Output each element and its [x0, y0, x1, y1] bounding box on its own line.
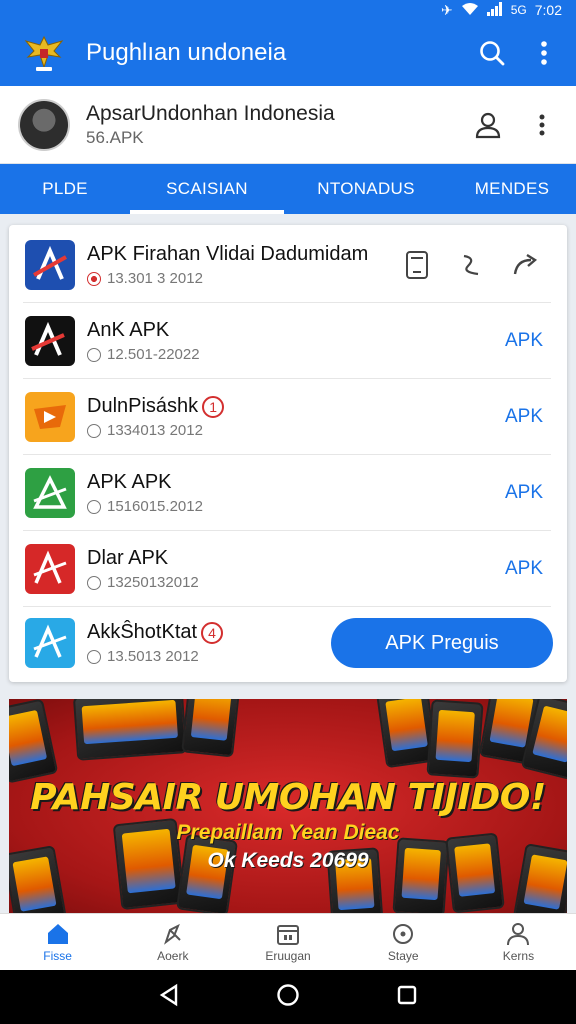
status-icon: [87, 271, 101, 286]
apk-link[interactable]: APK: [505, 482, 543, 504]
nav-aoerk[interactable]: Aoerk: [115, 914, 230, 970]
network-type: 5G: [510, 3, 527, 17]
app-meta: 13.5013 2012: [107, 648, 199, 665]
avatar[interactable]: [18, 98, 70, 151]
promo-banner[interactable]: PAHSAIR UMOHAN TIJIDO! Prepaillam Yean D…: [9, 699, 567, 913]
app-name: APK APK: [87, 471, 172, 493]
phone-icon[interactable]: [401, 249, 433, 281]
clock-icon: [87, 423, 101, 438]
app-name: APK Firahan Vlidai Dadumidam: [87, 243, 369, 265]
app-icon: [25, 240, 75, 290]
nav-eruugan[interactable]: Eruugan: [230, 914, 345, 970]
app-icon: [25, 392, 75, 442]
nav-label: Fisse: [43, 948, 72, 963]
list-item[interactable]: AkkŜhotKtat 4 13.5013 2012 APK Preguis: [9, 605, 567, 681]
nav-home[interactable]: Fisse: [0, 914, 115, 970]
more-vert-icon: [539, 114, 545, 135]
forward-icon[interactable]: [509, 249, 541, 281]
app-name: AnK APK: [87, 319, 170, 341]
thumbnail: [181, 699, 241, 758]
thumbnail: [426, 699, 484, 779]
clock: 7:02: [534, 2, 562, 18]
banner-headline: PAHSAIR UMOHAN TIJIDO!: [30, 777, 546, 818]
status-bar: ✈ 5G 7:02: [0, 0, 576, 20]
nav-label: Staye: [387, 948, 419, 963]
tab-plde[interactable]: PLDE: [0, 164, 130, 214]
recents-icon[interactable]: [396, 984, 418, 1011]
search-button[interactable]: [472, 33, 512, 73]
explore-icon: [163, 923, 181, 945]
app-icon: [25, 316, 75, 366]
account-button[interactable]: [468, 105, 508, 145]
home-circle-icon[interactable]: [276, 983, 300, 1012]
thumbnail: [9, 699, 59, 784]
app-list: APK Firahan Vlidai Dadumidam 13.301 3 20…: [9, 225, 567, 682]
search-icon: [480, 41, 505, 66]
person-icon: [507, 922, 530, 945]
apk-link[interactable]: APK: [505, 406, 543, 428]
apk-link[interactable]: APK: [505, 330, 543, 352]
person-icon: [475, 112, 501, 138]
nav-label: Kerns: [502, 948, 535, 963]
overflow-menu-button[interactable]: [524, 33, 564, 73]
profile-menu-button[interactable]: [522, 105, 562, 145]
app-icon: [25, 468, 75, 518]
list-item[interactable]: APK Firahan Vlidai Dadumidam 13.301 3 20…: [9, 227, 567, 303]
profile-header: ApsarUndonhan Indonesia 56.APK: [0, 86, 576, 164]
apk-preguis-button[interactable]: APK Preguis: [331, 618, 553, 668]
app-icon: [25, 618, 75, 668]
list-item[interactable]: AnK APK 12.501-22022 APK: [9, 303, 567, 379]
clock-icon: [87, 649, 101, 664]
tab-mendes[interactable]: MENDES: [448, 164, 576, 214]
notification-badge: 1: [202, 395, 225, 418]
nav-label: Aoerk: [157, 948, 189, 963]
bottom-navigation: Fisse Aoerk Eruugan Staye Kerns: [0, 913, 576, 970]
list-item[interactable]: APK APK 1516015.2012 APK: [9, 455, 567, 531]
system-nav-bar: [0, 970, 576, 1024]
app-name: AkkŜhotKtat: [87, 621, 198, 643]
nav-label: Eruugan: [265, 948, 311, 963]
signal-icon: [486, 1, 503, 19]
thumbnail: [175, 833, 239, 913]
profile-subtitle: 56.APK: [86, 127, 144, 147]
clock-icon: [87, 499, 101, 514]
list-item[interactable]: DulnPisáshk 1 1334013 2012 APK: [9, 379, 567, 455]
more-vert-icon: [541, 41, 547, 65]
home-icon: [47, 923, 68, 944]
apk-link[interactable]: APK: [505, 558, 543, 580]
clock-icon: [87, 575, 101, 590]
app-meta: 13.301 3 2012: [107, 270, 203, 287]
list-item[interactable]: Dlar APK 13250132012 APK: [9, 531, 567, 607]
app-icon: [25, 544, 75, 594]
notification-badge: 4: [201, 621, 224, 644]
back-icon[interactable]: [158, 983, 180, 1012]
app-meta: 1334013 2012: [107, 422, 203, 439]
banner-subtitle: Prepaillam Yean Dieac: [176, 821, 400, 844]
banner-caption: Ok Keeds 20699: [207, 849, 369, 872]
share-icon[interactable]: [455, 249, 487, 281]
app-name: Dlar APK: [87, 547, 169, 569]
profile-name: ApsarUndonhan Indonesia: [86, 101, 335, 125]
thumbnail: [72, 699, 188, 761]
bluetooth-icon: ✈: [441, 1, 453, 18]
wifi-icon: [461, 2, 479, 19]
tab-scaisian[interactable]: SCAISIAN: [130, 164, 284, 214]
garuda-logo-icon: [20, 29, 68, 77]
tab-bar: PLDE SCAISIAN NTONADUS MENDES: [0, 164, 576, 214]
app-name: DulnPisáshk: [87, 395, 199, 417]
nav-kerns[interactable]: Kerns: [461, 914, 576, 970]
target-icon: [393, 923, 414, 944]
tab-ntonadus[interactable]: NTONADUS: [284, 164, 448, 214]
app-title: Pughlıan undoneia: [86, 39, 287, 66]
app-meta: 1516015.2012: [107, 498, 203, 515]
calendar-icon: [277, 924, 299, 945]
app-meta: 12.501-22022: [107, 346, 200, 363]
app-bar: Pughlıan undoneia: [0, 20, 576, 86]
nav-staye[interactable]: Staye: [346, 914, 461, 970]
app-meta: 13250132012: [107, 574, 199, 591]
clock-icon: [87, 347, 101, 362]
